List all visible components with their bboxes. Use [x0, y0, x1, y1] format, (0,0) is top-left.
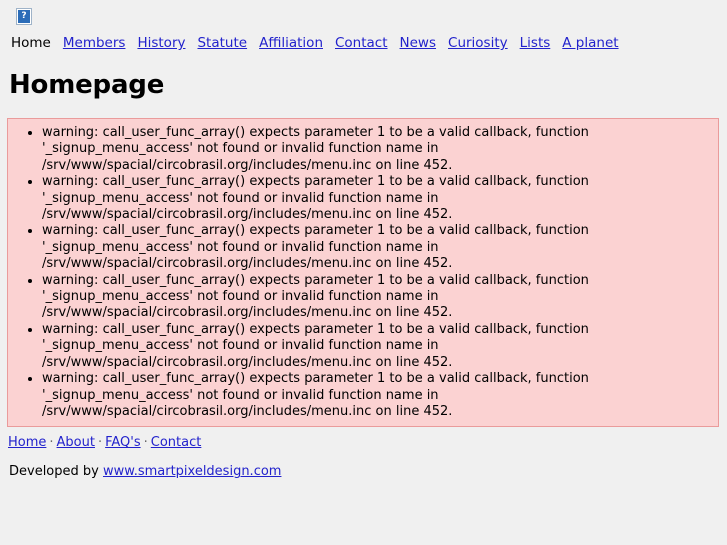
footer-link-faq-s[interactable]: FAQ's	[105, 435, 141, 450]
nav-item-home: Home	[11, 35, 51, 51]
nav-item-statute[interactable]: Statute	[197, 34, 247, 53]
smartpixeldesign-link[interactable]: www.smartpixeldesign.com	[103, 464, 281, 479]
footer-separator: ·	[49, 435, 54, 451]
footer-separator: ·	[97, 435, 103, 451]
developed-by-credit: Developed by www.smartpixeldesign.com	[9, 463, 727, 480]
page-container: ? Home Members History Statute Affiliation Co…	[0, 0, 727, 480]
nav-item-affiliation[interactable]: Affiliation	[259, 34, 323, 53]
warning-message-item: warning: call_user_func_array() expects …	[42, 273, 714, 322]
footer-separator: ·	[143, 435, 148, 451]
status-messages-warning: warning: call_user_func_array() expects …	[7, 118, 719, 428]
nav-item-curiosity[interactable]: Curiosity	[448, 34, 508, 53]
warning-message-item: warning: call_user_func_array() expects …	[42, 371, 714, 420]
footer-navigation: Home · About · FAQ's · Contact	[8, 434, 727, 451]
warning-message-item: warning: call_user_func_array() expects …	[42, 125, 714, 174]
warning-message-item: warning: call_user_func_array() expects …	[42, 322, 714, 371]
warning-message-item: warning: call_user_func_array() expects …	[42, 174, 714, 223]
footer-link-contact[interactable]: Contact	[151, 435, 202, 450]
warning-message-list: warning: call_user_func_array() expects …	[12, 125, 714, 420]
footer-link-home[interactable]: Home	[8, 435, 46, 450]
logo-row: ?	[0, 0, 727, 30]
nav-item-a-planet[interactable]: A planet	[562, 34, 618, 53]
developed-by-label: Developed by	[9, 464, 103, 480]
nav-item-news[interactable]: News	[400, 34, 436, 53]
nav-item-history[interactable]: History	[137, 34, 185, 53]
warning-message-item: warning: call_user_func_array() expects …	[42, 223, 714, 272]
footer-link-about[interactable]: About	[57, 435, 95, 450]
nav-item-lists[interactable]: Lists	[520, 34, 551, 53]
page-title: Homepage	[9, 70, 165, 100]
nav-item-members[interactable]: Members	[63, 34, 126, 53]
broken-image-icon[interactable]: ?	[16, 8, 32, 25]
main-navigation: Home Members History Statute Affiliation Cont…	[0, 30, 727, 56]
broken-image-glyph: ?	[21, 11, 27, 21]
nav-item-contact[interactable]: Contact	[335, 34, 388, 53]
